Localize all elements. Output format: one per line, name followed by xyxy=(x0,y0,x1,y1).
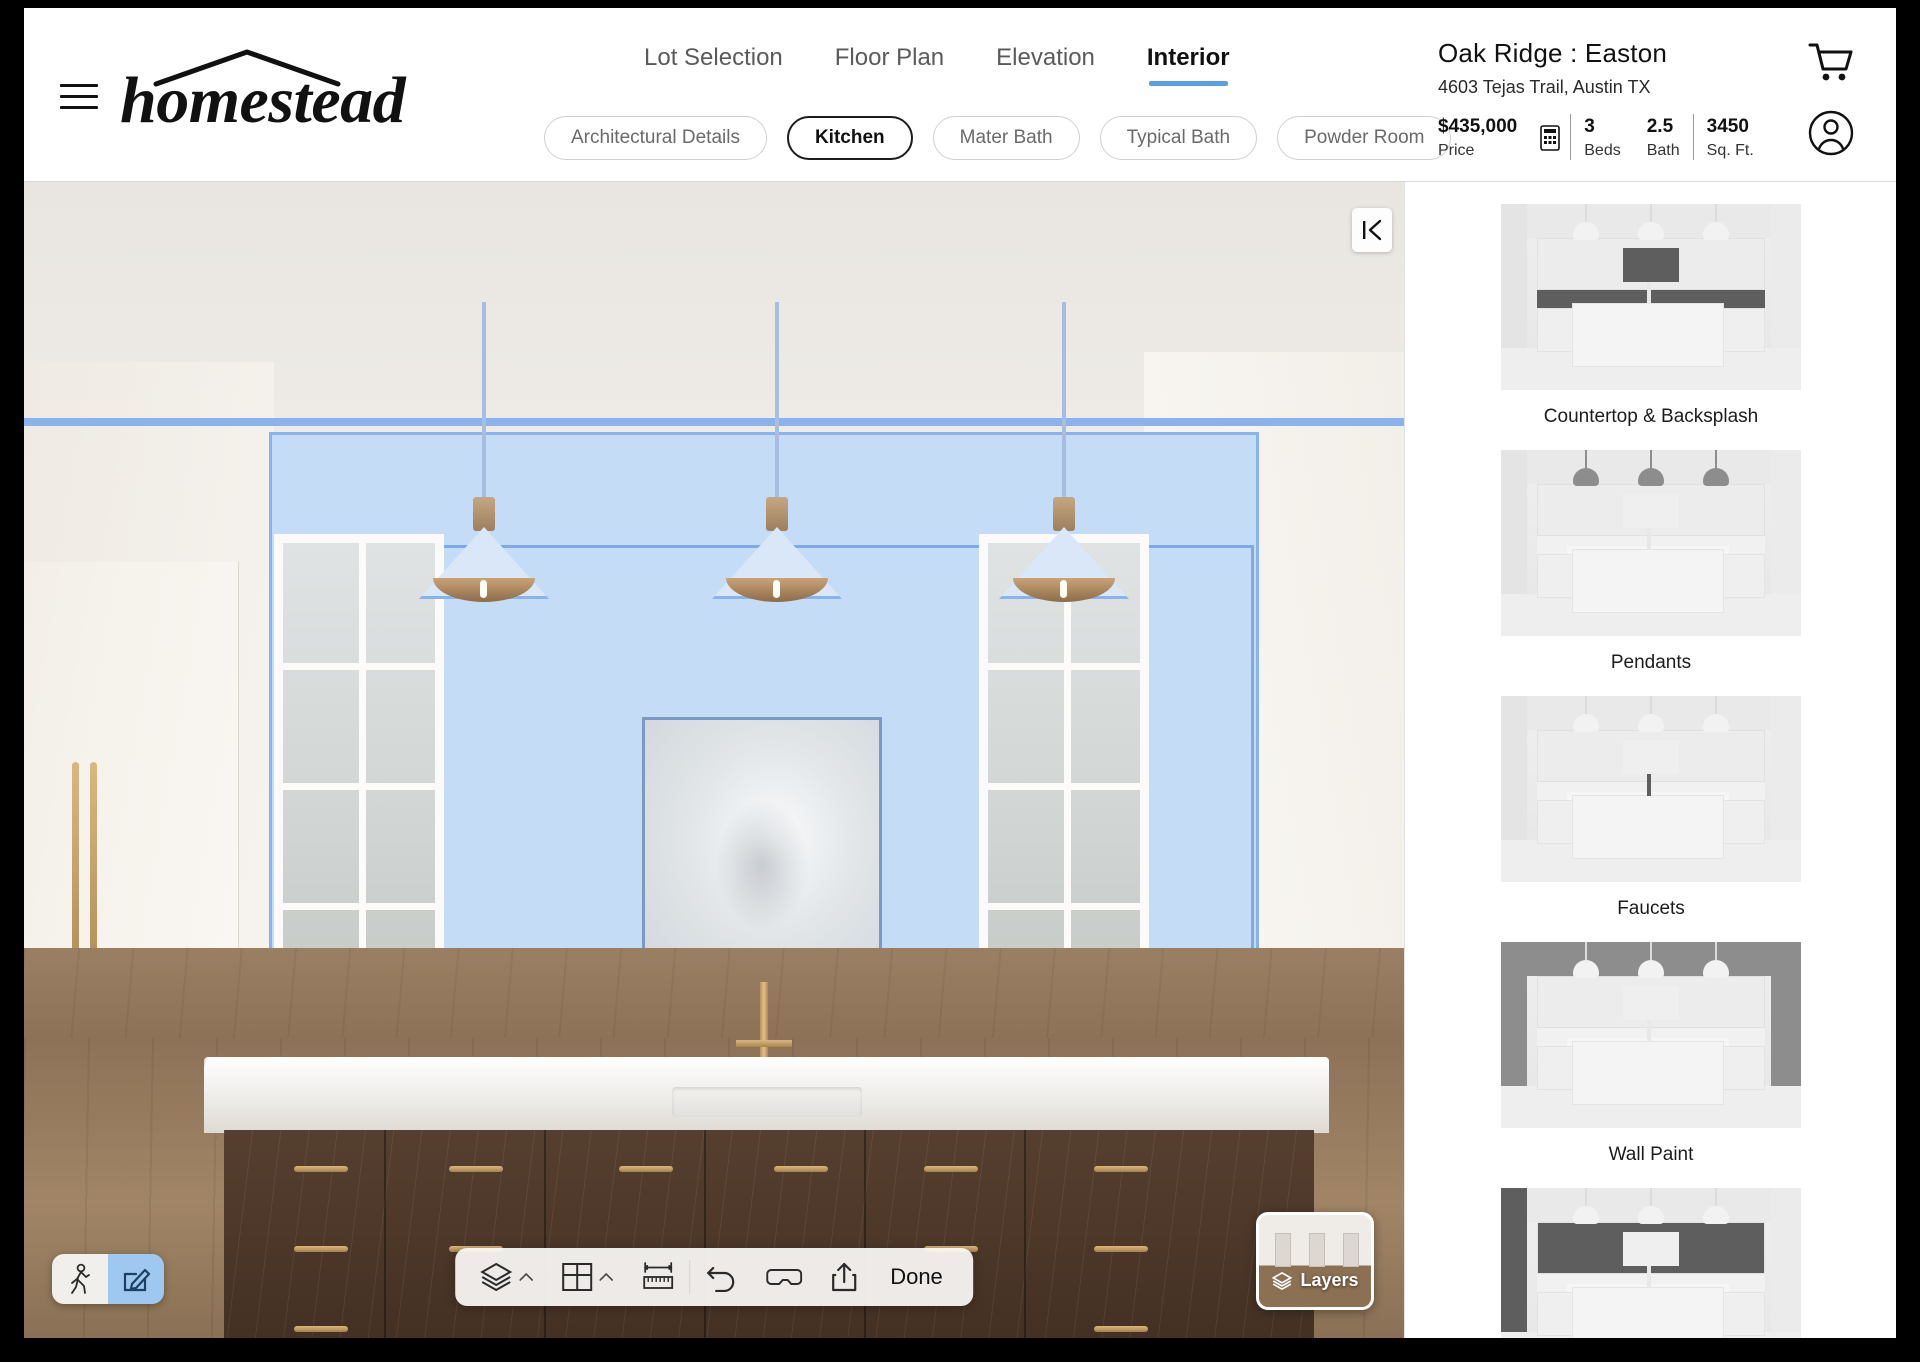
nav-item-lot-selection[interactable]: Lot Selection xyxy=(644,44,783,86)
share-upload-icon[interactable] xyxy=(816,1248,872,1306)
stat-beds-value: 3 xyxy=(1584,115,1595,137)
stat-sqft-value: 3450 xyxy=(1706,115,1749,137)
stat-sqft-label: Sq. Ft. xyxy=(1706,141,1754,159)
floor-mid xyxy=(24,948,1404,1038)
measure-ruler-icon[interactable] xyxy=(627,1248,689,1306)
option-label: Faucets xyxy=(1617,898,1685,919)
option-wall-paint[interactable]: Wall Paint xyxy=(1405,920,1896,1166)
nav-item-interior[interactable]: Interior xyxy=(1147,44,1230,86)
stat-beds-label: Beds xyxy=(1584,141,1621,159)
option-thumbnail xyxy=(1501,942,1801,1128)
property-summary: Oak Ridge : Easton 4603 Tejas Trail, Aus… xyxy=(1438,38,1768,160)
floor-plan-icon[interactable] xyxy=(547,1248,627,1306)
stat-price-value: $435,000 xyxy=(1438,115,1518,137)
option-thumbnail xyxy=(1501,204,1801,390)
done-button[interactable]: Done xyxy=(872,1248,963,1306)
undo-arrow-icon[interactable] xyxy=(690,1248,752,1306)
layers-icon[interactable] xyxy=(465,1248,547,1306)
option-cabinets[interactable]: Cabinets xyxy=(1405,1166,1896,1338)
pill-typical-bath[interactable]: Typical Bath xyxy=(1099,116,1258,160)
property-address: 4603 Tejas Trail, Austin TX xyxy=(1438,77,1651,97)
layers-icon xyxy=(1272,1271,1293,1290)
edit-pencil-icon[interactable] xyxy=(108,1254,164,1304)
stat-price-label: Price xyxy=(1438,141,1475,159)
app-header: homestead Lot Selection Floor Plan Eleva… xyxy=(24,8,1896,182)
nav-item-floor-plan[interactable]: Floor Plan xyxy=(835,44,944,86)
shopping-cart-icon[interactable] xyxy=(1808,42,1854,89)
pill-architectural-details[interactable]: Architectural Details xyxy=(544,116,767,160)
room-pill-tabs: Architectural Details Kitchen Mater Bath… xyxy=(544,116,1452,160)
pill-powder-room[interactable]: Powder Room xyxy=(1277,116,1452,160)
option-thumbnail xyxy=(1501,696,1801,882)
option-label: Pendants xyxy=(1610,652,1692,673)
pill-kitchen[interactable]: Kitchen xyxy=(786,116,913,160)
property-title: Oak Ridge : Easton xyxy=(1438,38,1668,68)
option-countertop-backsplash[interactable]: Countertop & Backsplash xyxy=(1405,182,1896,428)
pill-mater-bath[interactable]: Mater Bath xyxy=(932,116,1080,160)
stat-bath: 2.5 Bath xyxy=(1634,116,1693,160)
hamburger-menu-icon[interactable] xyxy=(60,84,100,114)
chevron-up-icon xyxy=(599,1272,614,1281)
option-label: Countertop & Backsplash xyxy=(1543,406,1759,427)
main-navigation: Lot Selection Floor Plan Elevation Inter… xyxy=(644,44,1230,86)
option-pendants[interactable]: Pendants xyxy=(1405,428,1896,674)
calculator-icon[interactable] xyxy=(1530,125,1570,160)
option-thumbnail xyxy=(1501,1188,1801,1338)
app-window: homestead Lot Selection Floor Plan Eleva… xyxy=(24,8,1896,1338)
chevron-up-icon xyxy=(519,1272,534,1281)
island-sink[interactable] xyxy=(672,1087,862,1117)
user-account-icon[interactable] xyxy=(1808,110,1854,161)
wall-art-panel[interactable] xyxy=(642,717,882,987)
layers-button-label: Layers xyxy=(1300,1270,1359,1290)
stat-bath-label: Bath xyxy=(1646,141,1680,159)
collapse-panel-left-icon[interactable] xyxy=(1352,208,1392,252)
brand-logo[interactable]: homestead xyxy=(120,46,420,138)
viewport-toolbar: Done xyxy=(455,1248,973,1306)
nav-item-elevation[interactable]: Elevation xyxy=(996,44,1095,86)
property-stats: $435,000 Price 3 Beds 2.5 Bath 3450 Sq. … xyxy=(1438,114,1768,160)
option-label: Wall Paint xyxy=(1608,1144,1694,1165)
selection-crown-line xyxy=(24,418,1404,426)
option-faucets[interactable]: Faucets xyxy=(1405,674,1896,920)
option-thumbnail xyxy=(1501,450,1801,636)
vr-headset-icon[interactable] xyxy=(752,1248,816,1306)
stat-beds: 3 Beds xyxy=(1571,116,1633,160)
stat-bath-value: 2.5 xyxy=(1646,115,1674,137)
stat-price: $435,000 Price xyxy=(1438,116,1530,160)
interior-3d-viewport[interactable]: Done Layers xyxy=(24,182,1404,1338)
options-panel[interactable]: Countertop & Backsplash Pendants Faucets… xyxy=(1404,182,1896,1338)
kitchen-island-cabinetry[interactable] xyxy=(224,1130,1314,1338)
stat-sqft: 3450 Sq. Ft. xyxy=(1694,116,1767,160)
view-mode-toggle xyxy=(52,1254,164,1304)
walk-person-icon[interactable] xyxy=(52,1254,108,1304)
brand-name: homestead xyxy=(120,64,406,137)
layers-thumbnail-button[interactable]: Layers xyxy=(1256,1212,1374,1310)
